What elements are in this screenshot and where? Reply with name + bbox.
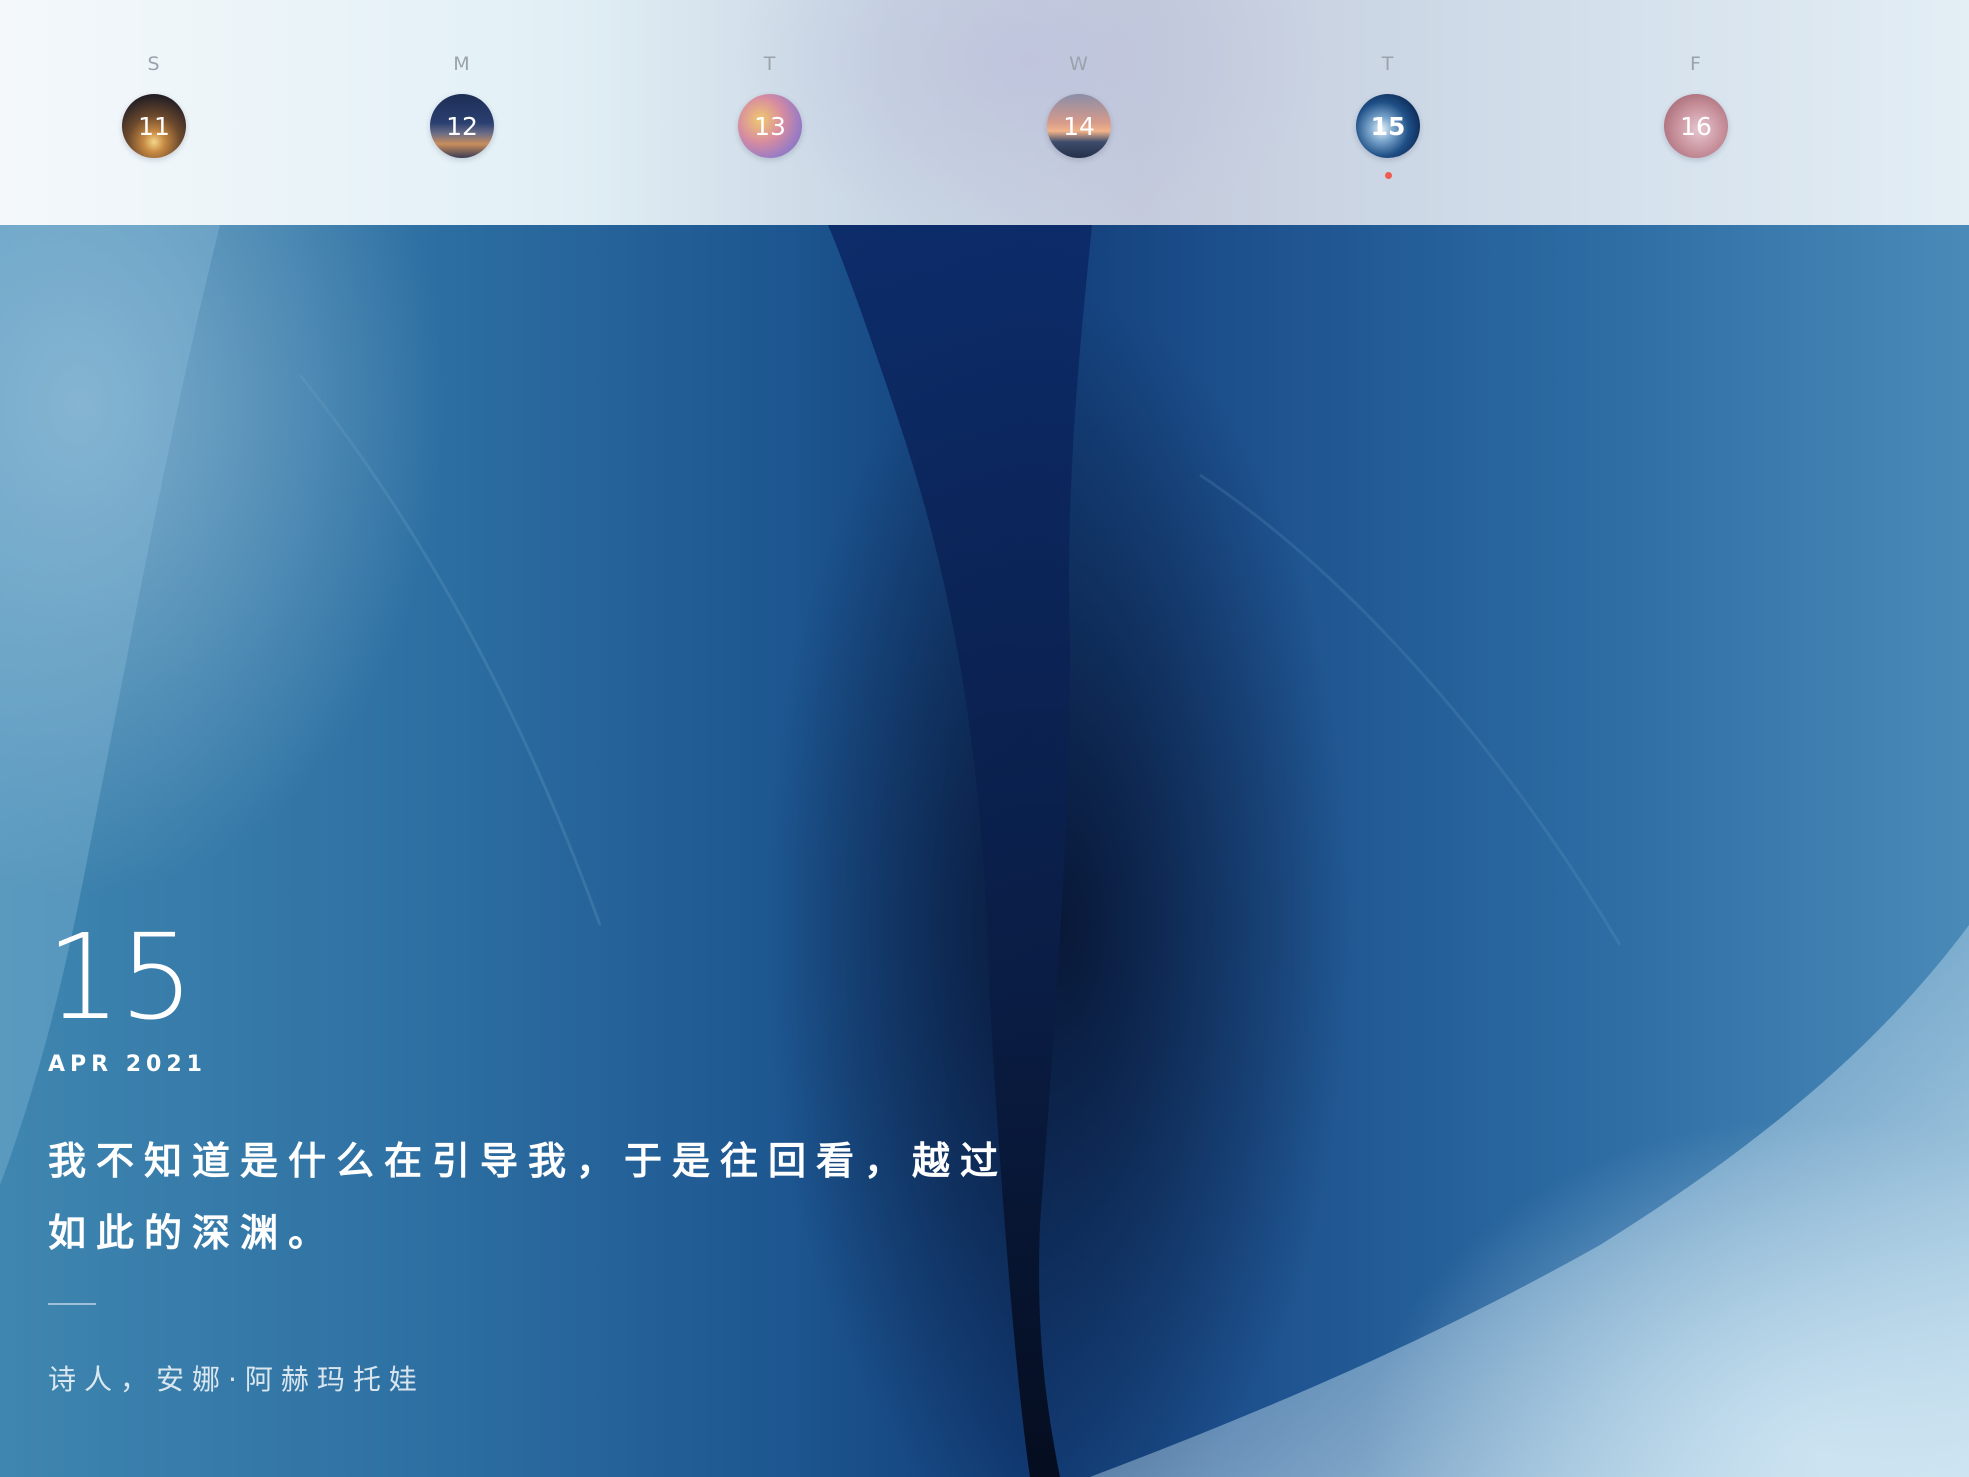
day-thumbnail-button[interactable]: 14 bbox=[1047, 94, 1111, 158]
day-thumbnail-button[interactable]: 12 bbox=[430, 94, 494, 158]
quote-line: 我不知道是什么在引导我，于是往回看，越过 bbox=[48, 1139, 1009, 1183]
day-wed-14[interactable]: W 14 bbox=[1024, 52, 1134, 158]
day-thumbnail-button[interactable]: 16 bbox=[1664, 94, 1728, 158]
quote-author: 诗人，安娜·阿赫玛托娃 bbox=[48, 1363, 425, 1396]
weekday-letter: W bbox=[1069, 53, 1089, 75]
hero-background-image: 15 APR 2021 我不知道是什么在引导我，于是往回看，越过 如此的深渊。 … bbox=[0, 225, 1969, 1477]
day-number-label: 12 bbox=[446, 111, 478, 141]
day-number-label: 11 bbox=[138, 111, 170, 141]
day-number-label: 15 bbox=[1370, 111, 1406, 141]
weekday-letter: T bbox=[763, 53, 777, 75]
entry-day-number: 15 bbox=[46, 908, 194, 1046]
glacier-crevasse-image bbox=[0, 225, 1969, 1477]
quote-text: 我不知道是什么在引导我，于是往回看，越过 如此的深渊。 bbox=[48, 1125, 1048, 1269]
day-tue-13[interactable]: T 13 bbox=[715, 52, 825, 158]
weekday-letter: T bbox=[1381, 53, 1395, 75]
today-indicator-dot bbox=[1384, 172, 1392, 179]
day-fri-16[interactable]: F 16 bbox=[1641, 52, 1751, 158]
quote-line: 如此的深渊。 bbox=[48, 1211, 337, 1255]
day-mon-12[interactable]: M 12 bbox=[407, 52, 517, 158]
quote-divider bbox=[48, 1303, 96, 1305]
day-number-label: 14 bbox=[1063, 111, 1095, 141]
entry-month-year: APR 2021 bbox=[48, 1052, 207, 1077]
weekday-letter: F bbox=[1690, 53, 1702, 75]
day-sun-11[interactable]: S 11 bbox=[99, 52, 209, 158]
day-thu-15-selected[interactable]: T 15 bbox=[1333, 52, 1443, 179]
day-thumbnail-button[interactable]: 13 bbox=[738, 94, 802, 158]
daily-quote-screen: S 11 M 12 T 13 W 14 T 15 F 16 15 APR 202… bbox=[0, 0, 1969, 1477]
day-thumbnail-button[interactable]: 11 bbox=[122, 94, 186, 158]
day-thumbnail-button-selected[interactable]: 15 bbox=[1356, 94, 1420, 158]
day-number-label: 13 bbox=[754, 111, 786, 141]
weekday-letter: S bbox=[147, 53, 161, 75]
weekday-letter: M bbox=[453, 53, 471, 75]
day-number-label: 16 bbox=[1680, 111, 1712, 141]
week-strip: S 11 M 12 T 13 W 14 T 15 F 16 bbox=[0, 0, 1969, 225]
